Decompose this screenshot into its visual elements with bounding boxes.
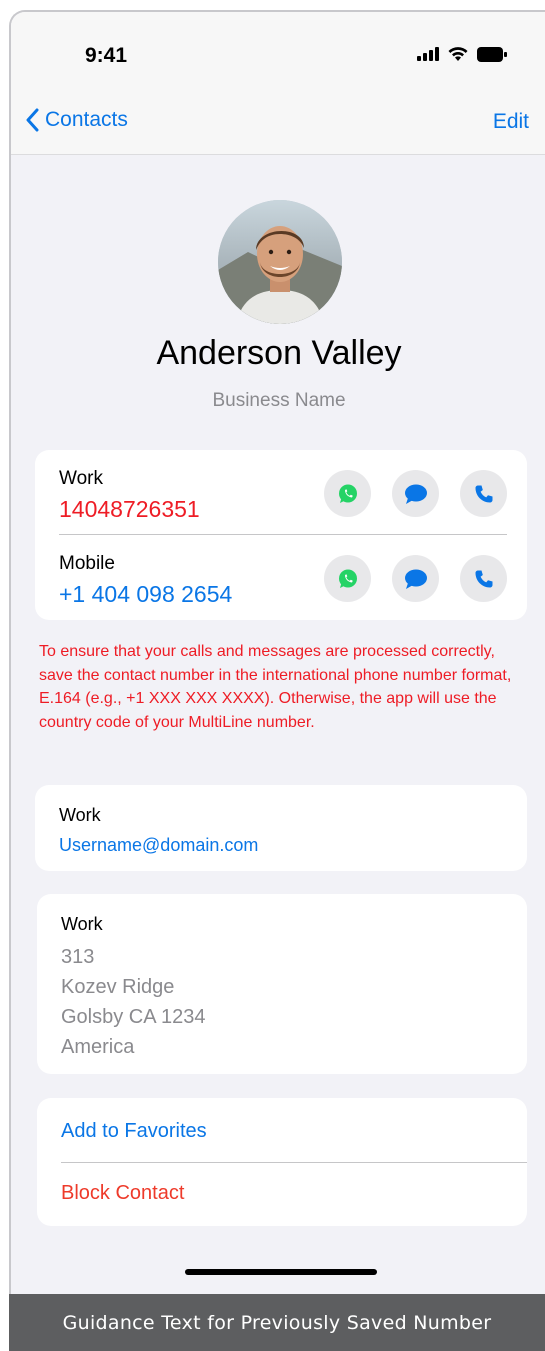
phone-icon	[475, 485, 492, 502]
phone-icon	[475, 570, 492, 587]
row-divider	[61, 1162, 527, 1163]
signal-icon	[417, 47, 439, 61]
address-card[interactable]: Work 313 Kozev Ridge Golsby CA 1234 Amer…	[37, 894, 527, 1074]
message-icon	[404, 569, 427, 589]
back-label: Contacts	[45, 108, 128, 131]
contact-name: Anderson Valley	[156, 334, 402, 372]
contact-screen: 9:41 Contacts Edit Anderson Valley Busin…	[9, 10, 545, 1296]
phone-numbers-card: Work 14048726351 Mobile +1 404 098 2654	[35, 450, 527, 620]
status-time: 9:41	[85, 44, 128, 67]
add-to-favorites-button[interactable]: Add to Favorites	[61, 1120, 207, 1143]
battery-icon	[477, 46, 507, 62]
block-contact-button[interactable]: Block Contact	[61, 1182, 184, 1205]
call-button[interactable]	[460, 555, 507, 602]
actions-card: Add to Favorites Block Contact	[37, 1098, 527, 1226]
address-line: Kozev Ridge	[61, 976, 175, 998]
phone-row-work: Work 14048726351	[59, 450, 507, 534]
email-value[interactable]: Username@domain.com	[59, 835, 258, 856]
edit-button[interactable]: Edit	[493, 110, 529, 134]
status-icons	[417, 46, 507, 62]
address-line: America	[61, 1036, 135, 1058]
message-icon	[404, 484, 427, 504]
caption-banner: Guidance Text for Previously Saved Numbe…	[9, 1294, 545, 1351]
back-button[interactable]: Contacts	[25, 108, 128, 132]
email-label: Work	[59, 805, 101, 825]
message-button[interactable]	[392, 555, 439, 602]
home-indicator[interactable]	[185, 1269, 377, 1275]
message-button[interactable]	[392, 470, 439, 517]
phone-label: Work	[59, 468, 103, 489]
avatar	[218, 200, 342, 324]
navigation-bar: 9:41 Contacts Edit	[11, 12, 545, 155]
phone-label: Mobile	[59, 553, 115, 574]
address-label: Work	[61, 914, 103, 934]
whatsapp-button[interactable]	[324, 555, 371, 602]
whatsapp-icon	[338, 484, 357, 503]
whatsapp-button[interactable]	[324, 470, 371, 517]
business-name: Business Name	[212, 390, 346, 411]
wifi-icon	[448, 47, 468, 61]
email-card: Work Username@domain.com	[35, 785, 527, 871]
phone-number[interactable]: +1 404 098 2654	[59, 581, 232, 608]
back-chevron-icon	[26, 108, 39, 132]
phone-number[interactable]: 14048726351	[59, 496, 200, 523]
whatsapp-icon	[338, 569, 357, 588]
call-button[interactable]	[460, 470, 507, 517]
guidance-text: To ensure that your calls and messages a…	[39, 643, 512, 731]
phone-row-mobile: Mobile +1 404 098 2654	[59, 535, 507, 619]
address-line: 313	[61, 946, 95, 968]
address-line: Golsby CA 1234	[61, 1006, 206, 1028]
